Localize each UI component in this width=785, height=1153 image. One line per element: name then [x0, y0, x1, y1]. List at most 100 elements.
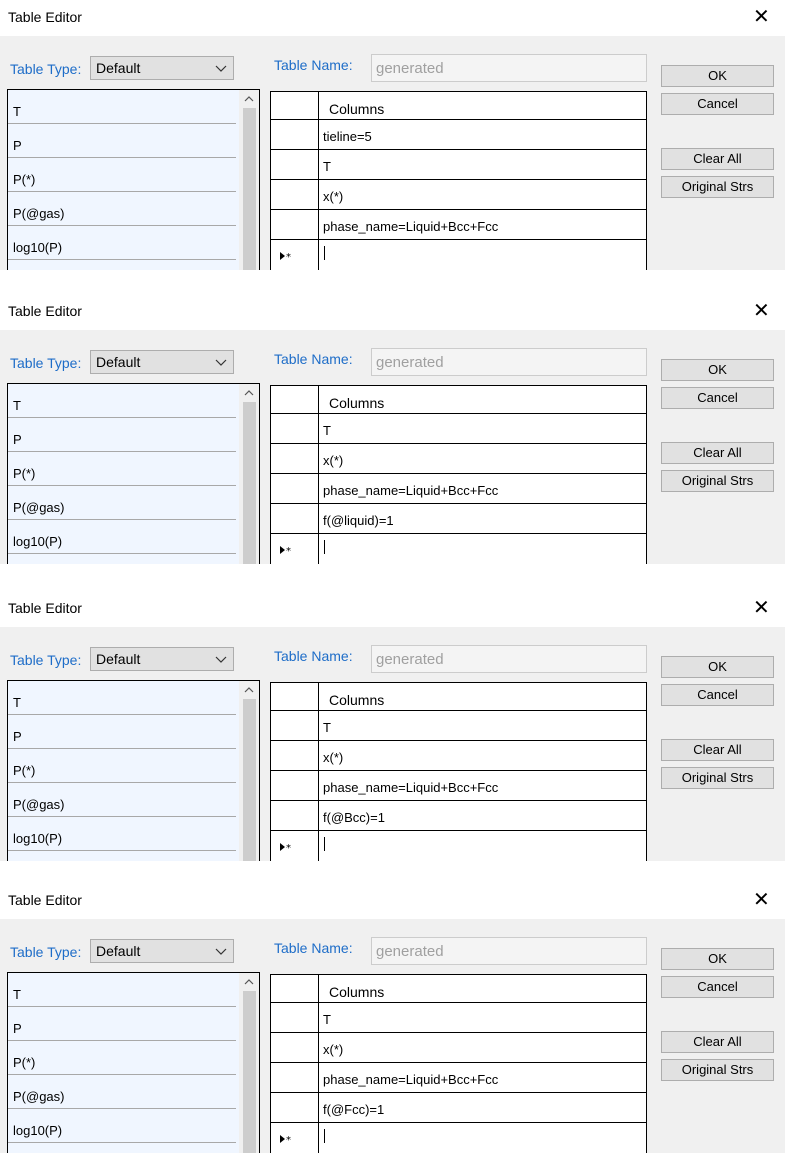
column-cell[interactable]: x(*) — [323, 189, 343, 204]
scroll-up-icon[interactable] — [242, 684, 256, 696]
close-icon[interactable]: ✕ — [753, 887, 770, 913]
new-row[interactable]: * — [271, 240, 646, 270]
table-row[interactable]: x(*) — [271, 1033, 646, 1063]
variable-list-item[interactable]: P(*) — [8, 158, 236, 192]
column-cell[interactable]: T — [323, 159, 331, 174]
table-row[interactable]: T — [271, 711, 646, 741]
row-header[interactable] — [271, 474, 319, 503]
variable-list[interactable]: T P P(*) P(@gas) log10(P) — [7, 680, 260, 861]
row-header[interactable] — [271, 180, 319, 209]
column-cell[interactable]: T — [323, 1012, 331, 1027]
row-header[interactable] — [271, 504, 319, 533]
table-row[interactable]: phase_name=Liquid+Bcc+Fcc — [271, 474, 646, 504]
scroll-up-icon[interactable] — [242, 976, 256, 988]
row-header[interactable] — [271, 741, 319, 770]
ok-button[interactable]: OK — [661, 656, 774, 678]
cancel-button[interactable]: Cancel — [661, 93, 774, 115]
variable-list-item[interactable]: P — [8, 715, 236, 749]
columns-grid[interactable]: Columns tieline=5 T x(*) phase_name=Liqu… — [270, 91, 647, 270]
scrollbar-thumb[interactable] — [243, 108, 256, 270]
columns-grid[interactable]: Columns T x(*) phase_name=Liquid+Bcc+Fcc… — [270, 974, 647, 1153]
variable-list[interactable]: T P P(*) P(@gas) log10(P) — [7, 383, 260, 564]
table-row[interactable]: f(@Fcc)=1 — [271, 1093, 646, 1123]
table-name-input[interactable] — [371, 54, 647, 82]
scroll-up-icon[interactable] — [242, 93, 256, 105]
table-name-input[interactable] — [371, 348, 647, 376]
variable-list-item[interactable]: P — [8, 418, 236, 452]
close-icon[interactable]: ✕ — [753, 298, 770, 324]
ok-button[interactable]: OK — [661, 65, 774, 87]
variable-list-item[interactable]: log10(P) — [8, 1109, 236, 1143]
table-row[interactable]: f(@Bcc)=1 — [271, 801, 646, 831]
row-header[interactable] — [271, 150, 319, 179]
variable-list-item[interactable]: P(@gas) — [8, 1075, 236, 1109]
variable-list-item[interactable]: T — [8, 973, 236, 1007]
variable-list-item[interactable]: T — [8, 384, 236, 418]
table-row[interactable]: f(@liquid)=1 — [271, 504, 646, 534]
original-strs-button[interactable]: Original Strs — [661, 470, 774, 492]
table-row[interactable]: T — [271, 150, 646, 180]
column-cell[interactable]: T — [323, 720, 331, 735]
clear-all-button[interactable]: Clear All — [661, 442, 774, 464]
column-cell[interactable]: tieline=5 — [323, 129, 372, 144]
ok-button[interactable]: OK — [661, 948, 774, 970]
table-name-input[interactable] — [371, 645, 647, 673]
row-header[interactable] — [271, 210, 319, 239]
scrollbar-thumb[interactable] — [243, 402, 256, 564]
row-header[interactable]: * — [271, 240, 319, 270]
table-row[interactable]: phase_name=Liquid+Bcc+Fcc — [271, 1063, 646, 1093]
column-cell[interactable]: x(*) — [323, 453, 343, 468]
variable-list-item[interactable]: P — [8, 1007, 236, 1041]
close-icon[interactable]: ✕ — [753, 595, 770, 621]
row-header[interactable] — [271, 771, 319, 800]
new-row[interactable]: * — [271, 534, 646, 564]
ok-button[interactable]: OK — [661, 359, 774, 381]
close-icon[interactable]: ✕ — [753, 4, 770, 30]
column-cell[interactable]: x(*) — [323, 750, 343, 765]
column-cell[interactable]: phase_name=Liquid+Bcc+Fcc — [323, 219, 498, 234]
row-header[interactable] — [271, 1063, 319, 1092]
table-row[interactable]: x(*) — [271, 180, 646, 210]
variable-list[interactable]: T P P(*) P(@gas) log10(P) — [7, 972, 260, 1153]
column-cell[interactable]: f(@liquid)=1 — [323, 513, 394, 528]
variable-list-item[interactable]: P(*) — [8, 452, 236, 486]
variable-list-item[interactable]: P(*) — [8, 1041, 236, 1075]
row-header[interactable]: * — [271, 831, 319, 861]
new-row[interactable]: * — [271, 831, 646, 861]
original-strs-button[interactable]: Original Strs — [661, 1059, 774, 1081]
table-row[interactable]: tieline=5 — [271, 120, 646, 150]
variable-list-item[interactable]: P(@gas) — [8, 192, 236, 226]
row-header[interactable]: * — [271, 1123, 319, 1153]
variable-list-item[interactable]: T — [8, 90, 236, 124]
row-header[interactable] — [271, 120, 319, 149]
variable-list-item[interactable]: P(@gas) — [8, 486, 236, 520]
variable-list-scrollbar[interactable] — [239, 90, 259, 270]
table-type-select[interactable]: Default — [90, 56, 234, 80]
table-row[interactable]: phase_name=Liquid+Bcc+Fcc — [271, 771, 646, 801]
column-cell[interactable]: f(@Fcc)=1 — [323, 1102, 384, 1117]
row-header[interactable] — [271, 414, 319, 443]
cancel-button[interactable]: Cancel — [661, 387, 774, 409]
table-type-select[interactable]: Default — [90, 350, 234, 374]
row-header[interactable] — [271, 1003, 319, 1032]
cancel-button[interactable]: Cancel — [661, 684, 774, 706]
cancel-button[interactable]: Cancel — [661, 976, 774, 998]
column-cell[interactable]: f(@Bcc)=1 — [323, 810, 385, 825]
variable-list-item[interactable]: log10(P) — [8, 520, 236, 554]
table-row[interactable]: T — [271, 414, 646, 444]
row-header[interactable] — [271, 444, 319, 473]
variable-list-item[interactable]: P — [8, 124, 236, 158]
column-cell[interactable]: phase_name=Liquid+Bcc+Fcc — [323, 483, 498, 498]
column-cell[interactable]: phase_name=Liquid+Bcc+Fcc — [323, 780, 498, 795]
variable-list-item[interactable]: T — [8, 681, 236, 715]
scroll-up-icon[interactable] — [242, 387, 256, 399]
original-strs-button[interactable]: Original Strs — [661, 767, 774, 789]
row-header[interactable] — [271, 711, 319, 740]
table-type-select[interactable]: Default — [90, 647, 234, 671]
row-header[interactable] — [271, 801, 319, 830]
column-cell[interactable]: phase_name=Liquid+Bcc+Fcc — [323, 1072, 498, 1087]
variable-list-scrollbar[interactable] — [239, 384, 259, 564]
clear-all-button[interactable]: Clear All — [661, 1031, 774, 1053]
scrollbar-thumb[interactable] — [243, 699, 256, 861]
original-strs-button[interactable]: Original Strs — [661, 176, 774, 198]
